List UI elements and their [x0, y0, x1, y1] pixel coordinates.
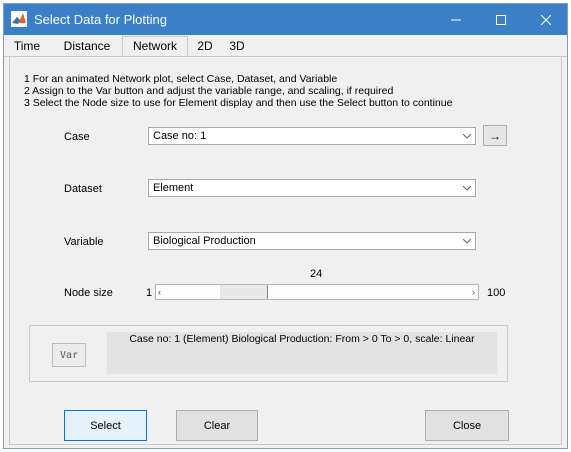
tab-network[interactable]: Network — [122, 36, 188, 57]
tab-distance[interactable]: Distance — [54, 38, 120, 56]
dataset-dropdown[interactable]: Element — [148, 179, 476, 197]
maximize-icon — [495, 14, 506, 25]
window-title: Select Data for Plotting — [34, 12, 167, 27]
dataset-value: Element — [153, 182, 194, 194]
variable-label: Variable — [64, 236, 104, 248]
tab-time[interactable]: Time — [6, 38, 48, 56]
variable-value: Biological Production — [153, 235, 256, 247]
case-dropdown[interactable]: Case no: 1 — [148, 127, 476, 145]
close-button[interactable]: Close — [425, 410, 509, 441]
tab-bar: Time Distance Network 2D 3D — [4, 35, 567, 57]
matlab-icon — [11, 11, 27, 27]
var-button[interactable]: Var — [52, 343, 86, 367]
node-size-label: Node size — [64, 287, 113, 299]
node-size-slider[interactable]: ‹ › — [155, 284, 479, 300]
slider-left-arrow-icon[interactable]: ‹ — [158, 287, 161, 297]
slider-thumb[interactable] — [220, 285, 269, 299]
dataset-label: Dataset — [64, 183, 102, 195]
var-description: Case no: 1 (Element) Biological Producti… — [107, 332, 497, 374]
clear-button[interactable]: Clear — [176, 410, 258, 441]
chevron-down-icon — [459, 128, 475, 144]
case-arrow-button[interactable]: → — [483, 125, 507, 146]
title-bar[interactable]: Select Data for Plotting — [4, 4, 567, 35]
close-window-button[interactable] — [523, 4, 567, 35]
select-button[interactable]: Select — [64, 410, 147, 441]
network-panel — [9, 56, 562, 445]
node-size-value: 24 — [310, 268, 323, 280]
minimize-icon — [450, 19, 461, 20]
arrow-right-icon: → — [489, 128, 501, 143]
case-value: Case no: 1 — [153, 130, 207, 142]
instruction-line-1: 1 For an animated Network plot, select C… — [24, 73, 338, 85]
dialog-window: Select Data for Plotting Time Distance N… — [3, 3, 568, 449]
minimize-button[interactable] — [433, 4, 478, 35]
chevron-down-icon — [459, 180, 475, 196]
instructions: 1 For an animated Network plot, select C… — [24, 73, 452, 109]
chevron-down-icon — [459, 233, 475, 249]
case-label: Case — [64, 131, 90, 143]
node-size-max: 100 — [487, 287, 506, 299]
instruction-line-2: 2 Assign to the Var button and adjust th… — [24, 85, 394, 97]
tab-3d[interactable]: 3D — [222, 38, 252, 56]
variable-dropdown[interactable]: Biological Production — [148, 232, 476, 250]
slider-right-arrow-icon[interactable]: › — [472, 287, 475, 297]
instruction-line-3: 3 Select the Node size to use for Elemen… — [24, 97, 453, 109]
maximize-button[interactable] — [478, 4, 523, 35]
tab-2d[interactable]: 2D — [190, 38, 220, 56]
node-size-min: 1 — [146, 287, 153, 299]
close-icon — [540, 14, 551, 25]
